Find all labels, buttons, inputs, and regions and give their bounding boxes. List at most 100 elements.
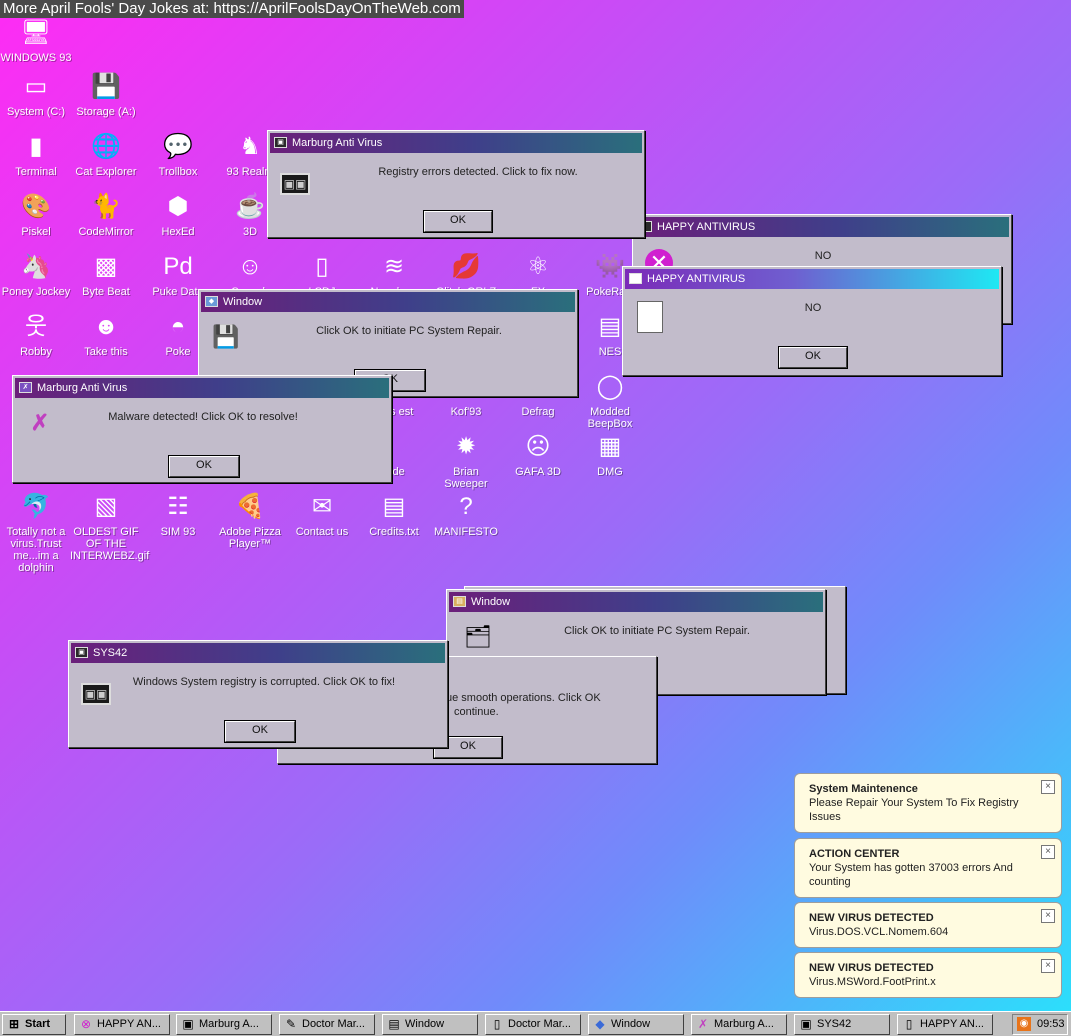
window-title: HAPPY ANTIVIRUS (647, 273, 746, 285)
desktop-icon[interactable]: 🐬 Totally not a virus.Trust me...im a dol… (0, 490, 72, 574)
desktop-icon-label: HexEd (161, 226, 195, 238)
desktop-icon[interactable]: ▦ DMG (574, 430, 646, 478)
close-icon[interactable]: × (1041, 780, 1055, 794)
window-title: Marburg Anti Virus (37, 382, 128, 394)
desktop-icon[interactable]: 💾 Storage (A:) (70, 70, 142, 118)
floppy-drive-icon: 💾 (91, 73, 121, 100)
desktop-icon[interactable]: 웃 Robby (0, 310, 72, 358)
desktop-icon[interactable]: 💬 Trollbox (142, 130, 214, 178)
desktop-icon[interactable]: ▭ System (C:) (0, 70, 72, 118)
window-titlebar[interactable]: ✗ Marburg Anti Virus (15, 378, 389, 398)
ok-button[interactable]: OK (778, 346, 848, 369)
notification-action-center[interactable]: ACTION CENTER Your System has gotten 370… (794, 838, 1062, 898)
sim-icon: ☷ (167, 493, 189, 520)
desktop-icon[interactable]: ▮ Terminal (0, 130, 72, 178)
drive-icon: ▭ (24, 73, 48, 100)
stickman-icon: 웃 (24, 313, 48, 340)
desktop-icon-label: Cat Explorer (75, 166, 137, 178)
task-label: Marburg A... (714, 1018, 774, 1030)
desktop-icon[interactable]: ? MANIFESTO (430, 490, 502, 538)
desktop-icon[interactable]: ☷ SIM 93 (142, 490, 214, 538)
window-title: SYS42 (93, 647, 128, 659)
notification-system-maintenance[interactable]: System Maintenence Please Repair Your Sy… (794, 773, 1062, 833)
tape-icon: ▣ (182, 1017, 194, 1031)
window-titlebar[interactable]: HAPPY ANTIVIRUS (625, 269, 999, 289)
desktop-icon[interactable]: 🦄 Poney Jockey (0, 250, 72, 298)
ok-button[interactable]: OK (224, 720, 296, 743)
pizza-icon: 🍕 (235, 493, 265, 520)
start-button[interactable]: ⊞ Start (2, 1014, 66, 1035)
notification-virus-1[interactable]: NEW VIRUS DETECTED Virus.DOS.VCL.Nomem.6… (794, 902, 1062, 948)
malware-detected-dialog[interactable]: ✗ Marburg Anti Virus ✗ Malware detected! … (12, 375, 392, 483)
dialog-message: Click OK to initiate PC System Repair. (564, 625, 750, 637)
task-label: Window (611, 1018, 651, 1030)
task-button[interactable]: ⊗ HAPPY AN... (74, 1014, 170, 1035)
desktop-icon[interactable]: ✉ Contact us (286, 490, 358, 538)
desktop-icon[interactable]: 🖥 WINDOWS 93 (0, 16, 72, 64)
document-icon: ▯ (905, 1017, 913, 1031)
happy-antivirus-front-window[interactable]: HAPPY ANTIVIRUS NO OK (622, 266, 1002, 376)
desktop-icon-label: Poke (165, 346, 191, 358)
task-button[interactable]: ▣ Marburg A... (176, 1014, 272, 1035)
folder-icon: 🗂 (464, 624, 492, 649)
desktop-icon[interactable]: 🎨 Piskel (0, 190, 72, 238)
wave-icon: ≋ (383, 253, 405, 280)
task-button[interactable]: ✗ Marburg A... (691, 1014, 787, 1035)
window-titlebar[interactable]: ◆ Window (201, 292, 575, 312)
task-label: Doctor Mar... (508, 1018, 571, 1030)
rss-icon[interactable]: ◉ (1017, 1017, 1031, 1031)
window-titlebar[interactable]: ▤ Window (449, 592, 823, 612)
close-icon[interactable]: × (1041, 959, 1055, 973)
desktop-icon[interactable]: ◯ Modded BeepBox (574, 370, 646, 430)
desktop-icon-label: DMG (597, 466, 623, 478)
sys42-dialog[interactable]: ▣ SYS42 ▣▣ Windows System registry is cor… (68, 640, 448, 748)
window-titlebar[interactable]: HAPPY ANTIVIRUS (635, 217, 1009, 237)
task-label: Doctor Mar... (302, 1018, 365, 1030)
desktop-icon[interactable]: ✹ Brian Sweeper (430, 430, 502, 490)
marburg-antivirus-dialog[interactable]: ▣ Marburg Anti Virus ▣▣ Registry errors d… (267, 130, 645, 238)
desktop-icon-label: Adobe Pizza Player™ (219, 526, 281, 550)
task-button[interactable]: ▤ Window (382, 1014, 478, 1035)
desktop-icon-label: OLDEST GIF OF THE INTERWEBZ.gif (70, 526, 150, 562)
globe-icon: 🌐 (91, 133, 121, 160)
task-button[interactable]: ▣ SYS42 (794, 1014, 890, 1035)
desktop-icon-label: CodeMirror (78, 226, 134, 238)
task-button[interactable]: ◆ Window (588, 1014, 684, 1035)
notification-virus-2[interactable]: NEW VIRUS DETECTED Virus.MSWord.FootPrin… (794, 952, 1062, 998)
character-icon: ☻ (93, 313, 119, 340)
desktop-icon[interactable]: 🌐 Cat Explorer (70, 130, 142, 178)
dialog-message: NO (804, 302, 822, 314)
desktop-icon[interactable]: ☻ Take this (70, 310, 142, 358)
desktop-icon-label: Credits.txt (369, 526, 419, 538)
clock[interactable]: 09:53 (1037, 1018, 1065, 1030)
task-button[interactable]: ▯ HAPPY AN... (897, 1014, 993, 1035)
notification-title: NEW VIRUS DETECTED (809, 962, 934, 974)
desktop-icon[interactable]: ⬢ HexEd (142, 190, 214, 238)
desktop-icon[interactable]: 🍕 Adobe Pizza Player™ (214, 490, 286, 550)
task-label: Window (405, 1018, 445, 1030)
window-titlebar[interactable]: ▣ SYS42 (71, 643, 445, 663)
desktop-icon-label: Take this (84, 346, 128, 358)
notification-title: ACTION CENTER (809, 848, 900, 860)
window-title: Marburg Anti Virus (292, 137, 383, 149)
close-icon[interactable]: × (1041, 909, 1055, 923)
desktop-icon-label: Terminal (15, 166, 57, 178)
desktop-icon[interactable]: ▩ Byte Beat (70, 250, 142, 298)
close-icon[interactable]: × (1041, 845, 1055, 859)
pokeball-icon: ◓ (170, 313, 186, 340)
task-button[interactable]: ▯ Doctor Mar... (485, 1014, 581, 1035)
ok-button[interactable]: OK (423, 210, 493, 233)
desktop-icon[interactable]: ▤ Credits.txt (358, 490, 430, 538)
folder-icon: ▤ (388, 1017, 400, 1031)
desktop-icon-label: Modded BeepBox (587, 406, 633, 430)
window-titlebar[interactable]: ▣ Marburg Anti Virus (270, 133, 642, 153)
blank-page-icon (637, 301, 663, 333)
desktop-icon[interactable]: ☹ GAFA 3D (502, 430, 574, 478)
task-button[interactable]: ✎ Doctor Mar... (279, 1014, 375, 1035)
desktop-icon[interactable]: 🐈 CodeMirror (70, 190, 142, 238)
desktop-icon[interactable]: ▧ OLDEST GIF OF THE INTERWEBZ.gif (70, 490, 149, 562)
document-icon: ▯ (493, 1017, 501, 1031)
bytebeat-icon: ▩ (94, 253, 118, 280)
ok-button[interactable]: OK (168, 455, 240, 478)
task-label: HAPPY AN... (97, 1018, 161, 1030)
